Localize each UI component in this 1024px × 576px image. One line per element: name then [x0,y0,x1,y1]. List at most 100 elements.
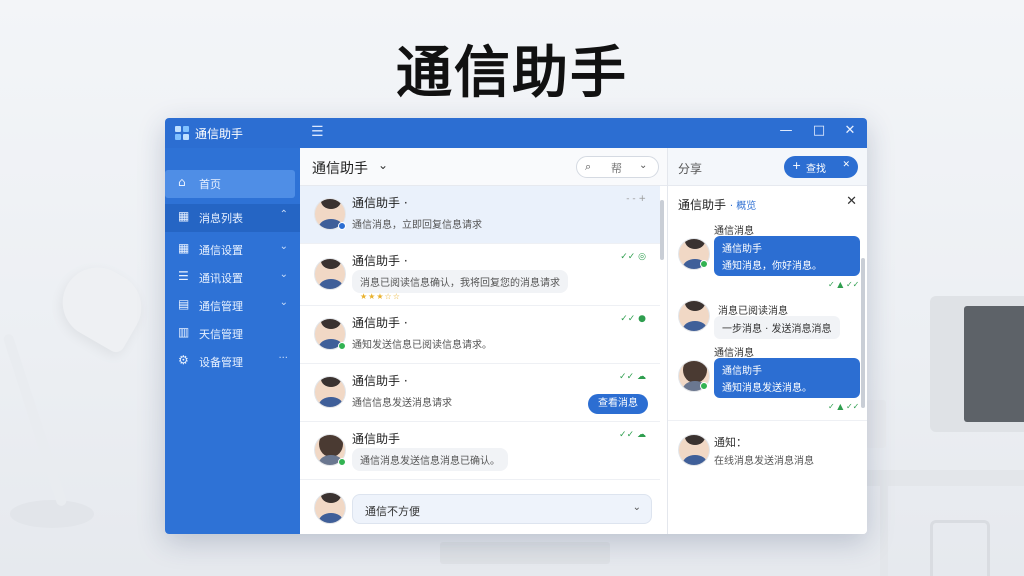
conversation-status: ✓✓ ☁ [619,372,646,382]
conversation-snippet: 通信消息，立即回复信息请求 [352,220,482,231]
sidebar-item-home[interactable]: ⌂ 首页 [165,170,295,198]
compose-input[interactable]: 通信不方便 ⌄ [352,494,652,524]
plus-icon: + [792,159,802,172]
conversation-snippet: 通信消息发送信息消息已确认。 [352,448,508,471]
close-button[interactable]: ✕ [841,123,859,138]
background-lamp-arm [2,332,68,508]
chevron-down-icon: ⌄ [279,297,288,308]
maximize-button[interactable]: □ [810,123,828,138]
chevron-down-icon[interactable]: ⌄ [633,502,641,513]
conversation-item[interactable]: 通信助手 · 消息已阅读信息确认，我将回复您的消息请求 ★★★☆☆ ✓✓ ◎ [300,244,660,306]
search-icon: ⌕ [585,160,592,173]
conversation-list-header: 通信助手 ⌄ ⌕ 帮 ⌄ [300,148,667,186]
message-sender: 通信消息 [714,226,754,237]
background-lamp-base [10,500,94,528]
status-dot [338,342,346,350]
app-logo-icon [175,126,189,140]
status-dot [700,382,708,390]
conversation-status: ✓✓ ☁ [619,430,646,440]
add-button[interactable]: + 查找 ✕ [784,156,858,178]
message-status: ✓ ▲ ✓✓ [828,280,860,289]
avatar [678,300,710,332]
sidebar-item-comm-management[interactable]: ▤ 通信管理 ⌄ [165,292,300,318]
sidebar-item-label: 通讯设置 [199,272,243,285]
avatar [314,492,346,524]
detail-panel-header: 分享 + 查找 ✕ [668,148,867,186]
sidebar-item-label: 天信管理 [199,328,243,341]
app-name: 通信助手 [195,127,244,141]
sidebar-item-label: 消息列表 [199,212,243,225]
conversation-item[interactable]: 通信助手 通信消息发送信息消息已确认。 ✓✓ ☁ [300,422,660,480]
sidebar-item-messaging-settings[interactable]: ☰ 通讯设置 ⌄ [165,264,300,290]
avatar [314,376,346,408]
message-bubble: 一步消息 · 发送消息消息 [714,316,840,339]
sidebar-item-message-list[interactable]: ▦ 消息列表 ⌃ [165,204,300,232]
chevron-down-icon: ⌄ [279,241,288,252]
home-icon: ⌂ [178,175,186,189]
message-bubble: 通信助手 通知消息，你好消息。 [714,236,860,276]
menu-icon[interactable]: ☰ [311,124,324,140]
title-bar: 通信助手 ☰ — □ ✕ [165,118,867,148]
scrollbar[interactable] [660,200,664,260]
conversation-name: 通信助手 [352,432,401,446]
search-input[interactable]: ⌕ 帮 ⌄ [576,156,659,178]
scrollbar[interactable] [861,258,865,408]
conversation-item[interactable]: 通信助手 · 通信信息发送消息请求 ✓✓ ☁ 查看消息 [300,364,660,422]
sidebar-item-label: 设备管理 [199,356,243,369]
status-dot [700,260,708,268]
chevron-down-icon[interactable]: ⌄ [378,158,388,172]
background-desk [860,470,1024,486]
background-desk-leg [880,486,888,576]
sidebar-item-comm-settings[interactable]: ▦ 通信设置 ⌄ [165,236,300,262]
sidebar-item-label: 首页 [199,178,221,191]
message-text: 消息已阅读消息 [718,306,788,317]
conversation-status: - - + [626,194,646,204]
status-dot [338,222,346,230]
app-window: 通信助手 ☰ — □ ✕ ⌂ 首页 ▦ 消息列表 ⌃ ▦ 通信设置 ⌄ ☰ 通讯… [165,118,867,534]
gear-icon: ⚙ [178,353,189,367]
conversation-list-panel: 通信助手 ⌄ ⌕ 帮 ⌄ 通信助手 · 通信消息，立即回复信息请求 - - + … [300,148,667,534]
background-cup [866,400,886,448]
sidebar-item-label: 通信设置 [199,244,243,257]
sidebar: ⌂ 首页 ▦ 消息列表 ⌃ ▦ 通信设置 ⌄ ☰ 通讯设置 ⌄ ▤ 通信管理 ⌄… [165,148,300,534]
list-icon: ☰ [178,269,189,283]
sidebar-item-device-management[interactable]: ⚙ 设备管理 ··· [165,348,300,374]
close-icon[interactable]: ✕ [846,194,857,209]
conversation-name: 通信助手 · [352,196,408,210]
message-bubble: 通信助手 通知消息发送消息。 [714,358,860,398]
conversation-item[interactable]: 通信助手 · 通知发送信息已阅读信息请求。 ✓✓ ● [300,306,660,364]
more-icon[interactable]: ··· [278,353,288,364]
view-message-button[interactable]: 查看消息 [588,394,648,414]
divider [668,420,867,421]
detail-title: 通信助手 · 概览 [678,198,757,212]
message-text: 在线消息发送消息消息 [714,456,814,467]
conversation-list-title[interactable]: 通信助手 [312,158,368,178]
conversation-item[interactable]: 通信助手 · 通信消息，立即回复信息请求 - - + [300,186,660,244]
chevron-down-icon[interactable]: ⌄ [639,160,647,171]
status-dot [338,458,346,466]
share-label[interactable]: 分享 [678,160,702,177]
conversation-snippet: 消息已阅读信息确认，我将回复您的消息请求 [352,270,568,293]
chart-icon: ▥ [178,325,190,339]
background-chair [930,520,990,576]
avatar [678,434,710,466]
sidebar-item-info-management[interactable]: ▥ 天信管理 [165,320,300,346]
conversation-name: 通信助手 · [352,316,408,330]
conversation-name: 通信助手 · [352,254,408,268]
compose-text: 通信不方便 [365,505,420,518]
conversation-status: ✓✓ ● [620,314,646,324]
grid-icon: ▦ [178,209,190,223]
background-monitor-screen [964,306,1024,422]
detail-title-tag: · 概览 [729,201,757,212]
detail-panel: 分享 + 查找 ✕ 通信助手 · 概览 ✕ 通信消息 通信助手 通知消息，你好消… [667,148,867,534]
close-icon[interactable]: ✕ [842,160,850,170]
background-lamp-head [49,254,155,356]
message-sender: 通知： [714,436,747,449]
message-status: ✓ ▲ ✓✓ [828,402,860,411]
message-sender: 通信消息 [714,348,754,359]
minimize-button[interactable]: — [777,123,795,138]
conversation-snippet: 通知发送信息已阅读信息请求。 [352,340,492,351]
grid-icon: ▦ [178,241,190,255]
chevron-up-icon: ⌃ [279,209,288,220]
conversation-status: ✓✓ ◎ [620,252,646,262]
